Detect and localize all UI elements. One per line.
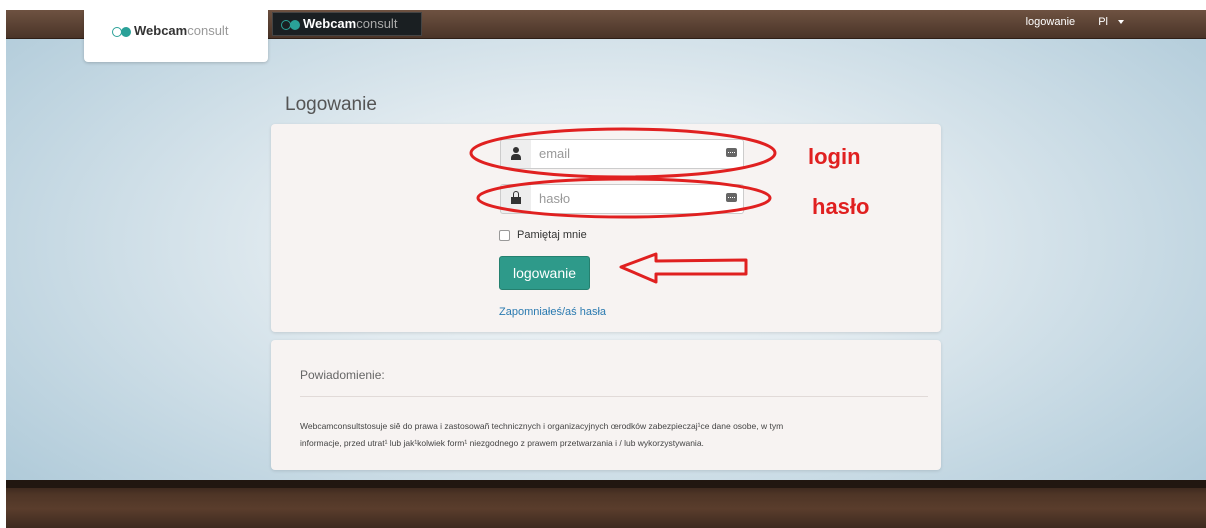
login-highlight-ellipse: [469, 127, 777, 179]
login-annotation-label: login: [808, 144, 861, 169]
red-annotation-overlay: [469, 127, 777, 284]
password-annotation-label: hasło: [812, 194, 870, 219]
arrow-to-login-button: [619, 252, 748, 284]
password-highlight-ellipse: [476, 177, 772, 219]
app-frame: logowanie Pl Webcamconsult Webcamconsult…: [6, 10, 1206, 528]
